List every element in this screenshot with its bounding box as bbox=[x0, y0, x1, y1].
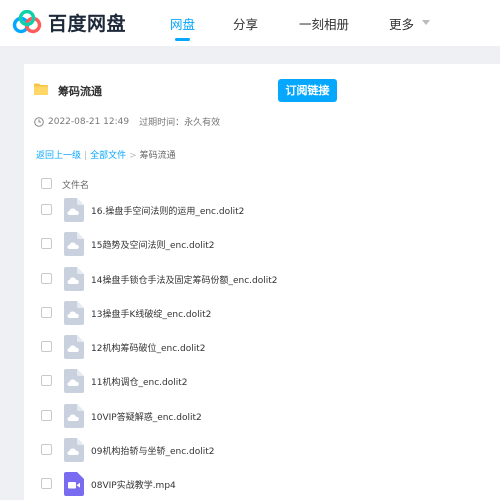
breadcrumb: 返回上一级 | 全部文件 > 筹码流通 bbox=[36, 148, 176, 161]
file-row[interactable]: 16.操盘手空间法则的运用_enc.dolit2 bbox=[24, 193, 500, 227]
file-icon bbox=[64, 369, 84, 394]
file-icon bbox=[64, 335, 84, 359]
breadcrumb-separator: > bbox=[129, 151, 137, 161]
file-name[interactable]: 08VIP实战教学.mp4 bbox=[91, 478, 176, 491]
nav-item-share[interactable]: 分享 bbox=[233, 14, 258, 33]
file-icon bbox=[64, 403, 84, 428]
file-row[interactable]: 13操盘手K线破绽_enc.dolit2 bbox=[24, 296, 500, 330]
nav-item-more[interactable]: 更多 bbox=[389, 14, 414, 33]
file-checkbox[interactable] bbox=[41, 443, 52, 455]
nav-item-album[interactable]: 一刻相册 bbox=[299, 14, 349, 33]
file-checkbox[interactable] bbox=[41, 375, 52, 387]
share-meta: 2022-08-21 12:49 过期时间： 永久有效 bbox=[34, 115, 220, 128]
folder-icon bbox=[34, 83, 48, 95]
share-panel: 筹码流通 订阅链接 2022-08-21 12:49 过期时间： 永久有效 返回… bbox=[24, 64, 500, 500]
expire-label: 过期时间： bbox=[139, 118, 185, 128]
video-icon bbox=[64, 472, 84, 496]
file-checkbox[interactable] bbox=[41, 272, 52, 284]
file-icon bbox=[64, 437, 84, 462]
brand-logo[interactable]: 百度网盘 bbox=[12, 9, 126, 36]
column-header-filename: 文件名 bbox=[62, 181, 90, 191]
file-row[interactable]: 08VIP实战教学.mp4 bbox=[24, 467, 500, 500]
file-checkbox[interactable] bbox=[41, 238, 52, 250]
brand-name: 百度网盘 bbox=[48, 13, 127, 35]
file-row[interactable]: 12机构筹码破位_enc.dolit2 bbox=[24, 330, 500, 364]
share-title: 筹码流通 bbox=[58, 85, 102, 98]
file-name[interactable]: 14操盘手锁仓手法及固定筹码份额_enc.dolit2 bbox=[91, 273, 277, 286]
chevron-down-icon[interactable] bbox=[422, 20, 430, 25]
breadcrumb-all-files-link[interactable]: 全部文件 bbox=[90, 151, 126, 161]
file-row[interactable]: 10VIP答疑解惑_enc.dolit2 bbox=[24, 399, 500, 433]
file-row[interactable]: 09机构抬轿与坐轿_enc.dolit2 bbox=[24, 433, 500, 467]
nav-item-netdisk[interactable]: 网盘 bbox=[170, 14, 195, 33]
file-icon bbox=[64, 198, 84, 222]
file-name[interactable]: 15趋势及空间法则_enc.dolit2 bbox=[91, 238, 214, 251]
top-bar: 百度网盘 网盘 分享 一刻相册 更多 bbox=[0, 0, 500, 46]
expire-value: 永久有效 bbox=[184, 118, 221, 128]
file-icon bbox=[64, 232, 84, 257]
clock-icon bbox=[34, 116, 44, 127]
nav-active-indicator bbox=[175, 38, 190, 41]
cloud-logo-icon bbox=[12, 9, 42, 33]
file-icon bbox=[64, 266, 84, 291]
file-row[interactable]: 15趋势及空间法则_enc.dolit2 bbox=[24, 227, 500, 261]
file-row[interactable]: 11机构调仓_enc.dolit2 bbox=[24, 364, 500, 398]
subscribe-button[interactable]: 订阅链接 bbox=[278, 79, 337, 102]
file-checkbox[interactable] bbox=[41, 341, 52, 352]
file-name[interactable]: 13操盘手K线破绽_enc.dolit2 bbox=[91, 307, 211, 320]
file-name[interactable]: 11机构调仓_enc.dolit2 bbox=[91, 375, 187, 388]
file-icon bbox=[64, 300, 84, 325]
file-checkbox[interactable] bbox=[41, 204, 52, 215]
file-checkbox[interactable] bbox=[41, 478, 52, 489]
breadcrumb-divider: | bbox=[84, 151, 88, 161]
select-all-checkbox[interactable] bbox=[41, 178, 52, 189]
breadcrumb-back-link[interactable]: 返回上一级 bbox=[36, 151, 81, 161]
file-name[interactable]: 16.操盘手空间法则的运用_enc.dolit2 bbox=[91, 204, 244, 217]
share-time: 2022-08-21 12:49 bbox=[48, 116, 130, 127]
file-name[interactable]: 10VIP答疑解惑_enc.dolit2 bbox=[91, 410, 202, 423]
file-name[interactable]: 09机构抬轿与坐轿_enc.dolit2 bbox=[91, 444, 214, 457]
breadcrumb-current: 筹码流通 bbox=[139, 151, 176, 161]
file-name[interactable]: 12机构筹码破位_enc.dolit2 bbox=[91, 341, 205, 354]
file-row[interactable]: 14操盘手锁仓手法及固定筹码份额_enc.dolit2 bbox=[24, 262, 500, 296]
file-checkbox[interactable] bbox=[41, 409, 52, 421]
file-checkbox[interactable] bbox=[41, 306, 52, 318]
